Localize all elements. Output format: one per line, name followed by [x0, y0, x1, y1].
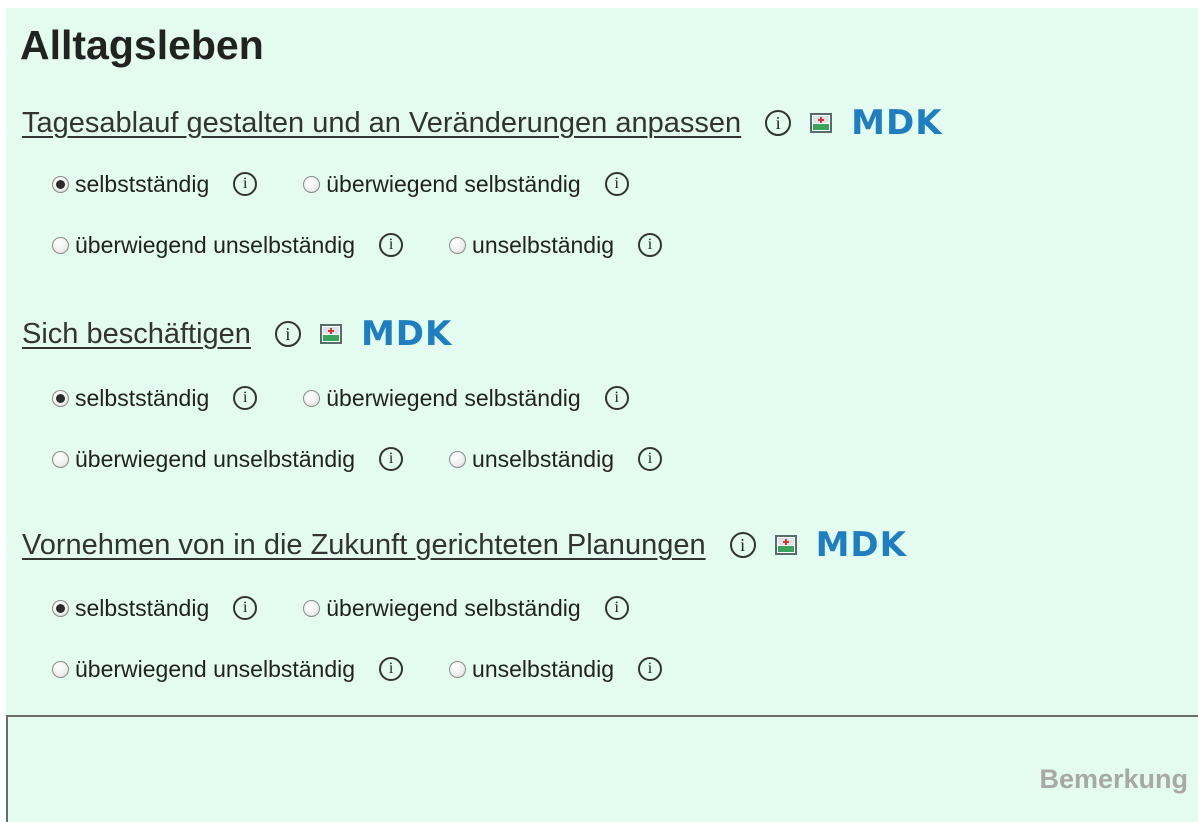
info-icon[interactable]: i	[729, 532, 756, 558]
option-ueberwiegend-unselbstaendig[interactable]: überwiegend unselbständig i	[52, 445, 404, 473]
radio-button-checked[interactable]	[52, 599, 69, 617]
info-icon[interactable]: i	[379, 447, 404, 471]
section-header: Sich beschäftigen i MDK	[22, 314, 708, 354]
remark-textarea[interactable]	[6, 715, 1198, 822]
option-ueberwiegend-unselbstaendig[interactable]: überwiegend unselbständig i	[52, 231, 404, 259]
radio-button[interactable]	[303, 599, 321, 617]
option-selbststaendig[interactable]: selbstständig i	[52, 384, 258, 412]
option-selbststaendig[interactable]: selbstständig i	[52, 170, 258, 198]
radio-button-checked[interactable]	[52, 389, 69, 407]
option-unselbstaendig[interactable]: unselbständig i	[449, 232, 662, 259]
info-icon[interactable]: i	[604, 386, 629, 410]
info-icon[interactable]: i	[638, 233, 662, 257]
info-icon[interactable]: i	[765, 110, 792, 136]
info-icon[interactable]: i	[379, 657, 404, 681]
option-label: überwiegend selbständig	[326, 594, 581, 621]
options-row: selbstständig i überwiegend selbständig …	[52, 164, 943, 204]
option-label: überwiegend unselbständig	[75, 445, 356, 472]
section-header: Vornehmen von in die Zukunft gerichteten…	[22, 525, 907, 565]
option-ueberwiegend-selbstaendig[interactable]: überwiegend selbständig i	[303, 384, 629, 412]
mdk-picture-icon[interactable]	[809, 112, 833, 134]
mdk-logo[interactable]: MDK	[851, 103, 942, 143]
mdk-picture-icon[interactable]	[319, 323, 343, 345]
radio-button[interactable]	[52, 236, 69, 254]
option-label: überwiegend unselbständig	[75, 655, 356, 682]
page-title: Alltagsleben	[20, 22, 264, 68]
option-ueberwiegend-unselbstaendig[interactable]: überwiegend unselbständig i	[52, 655, 404, 683]
options-row: überwiegend unselbständig i unselbständi…	[52, 649, 907, 689]
options-row: überwiegend unselbständig i unselbständi…	[52, 439, 708, 479]
section-zukunft-planungen: Vornehmen von in die Zukunft gerichteten…	[22, 525, 907, 689]
option-label: selbstständig	[75, 170, 210, 197]
info-icon[interactable]: i	[604, 172, 629, 196]
info-icon[interactable]: i	[638, 447, 662, 471]
radio-button[interactable]	[449, 660, 467, 678]
radio-button[interactable]	[303, 175, 321, 193]
option-label: überwiegend selbständig	[326, 384, 581, 411]
option-ueberwiegend-selbstaendig[interactable]: überwiegend selbständig i	[303, 170, 629, 198]
options-row: selbstständig i überwiegend selbständig …	[52, 588, 907, 628]
info-icon[interactable]: i	[233, 386, 258, 410]
section-title-link[interactable]: Vornehmen von in die Zukunft gerichteten…	[22, 529, 706, 562]
radio-button[interactable]	[52, 660, 69, 678]
info-icon[interactable]: i	[379, 233, 404, 257]
option-label: selbstständig	[75, 594, 210, 621]
option-label: überwiegend selbständig	[326, 170, 581, 197]
option-label: unselbständig	[472, 655, 614, 682]
info-icon[interactable]: i	[233, 596, 258, 620]
radio-button[interactable]	[449, 450, 467, 468]
mdk-picture-icon[interactable]	[774, 534, 798, 556]
radio-button[interactable]	[52, 450, 69, 468]
section-sich-beschaeftigen: Sich beschäftigen i MDK selbstständig i …	[22, 314, 708, 479]
option-ueberwiegend-selbstaendig[interactable]: überwiegend selbständig i	[303, 594, 629, 622]
section-tagesablauf: Tagesablauf gestalten und an Veränderung…	[22, 103, 943, 265]
info-icon[interactable]: i	[233, 172, 258, 196]
radio-button[interactable]	[449, 236, 467, 254]
info-icon[interactable]: i	[638, 657, 662, 681]
radio-button-checked[interactable]	[52, 175, 69, 193]
info-icon[interactable]: i	[604, 596, 629, 620]
mdk-logo[interactable]: MDK	[361, 314, 452, 354]
section-title-link[interactable]: Tagesablauf gestalten und an Veränderung…	[22, 107, 741, 140]
mdk-logo[interactable]: MDK	[816, 525, 907, 565]
section-header: Tagesablauf gestalten und an Veränderung…	[22, 103, 943, 143]
option-selbststaendig[interactable]: selbstständig i	[52, 594, 258, 622]
remark-placeholder: Bemerkung	[1039, 764, 1188, 794]
radio-button[interactable]	[303, 389, 321, 407]
options-row: überwiegend unselbständig i unselbständi…	[52, 225, 943, 265]
section-title-link[interactable]: Sich beschäftigen	[22, 318, 251, 351]
info-icon[interactable]: i	[274, 321, 301, 347]
option-unselbstaendig[interactable]: unselbständig i	[449, 446, 662, 473]
option-label: überwiegend unselbständig	[75, 231, 356, 258]
option-unselbstaendig[interactable]: unselbständig i	[449, 656, 662, 683]
option-label: unselbständig	[472, 445, 614, 472]
options-row: selbstständig i überwiegend selbständig …	[52, 378, 708, 418]
option-label: selbstständig	[75, 384, 210, 411]
option-label: unselbständig	[472, 231, 614, 258]
